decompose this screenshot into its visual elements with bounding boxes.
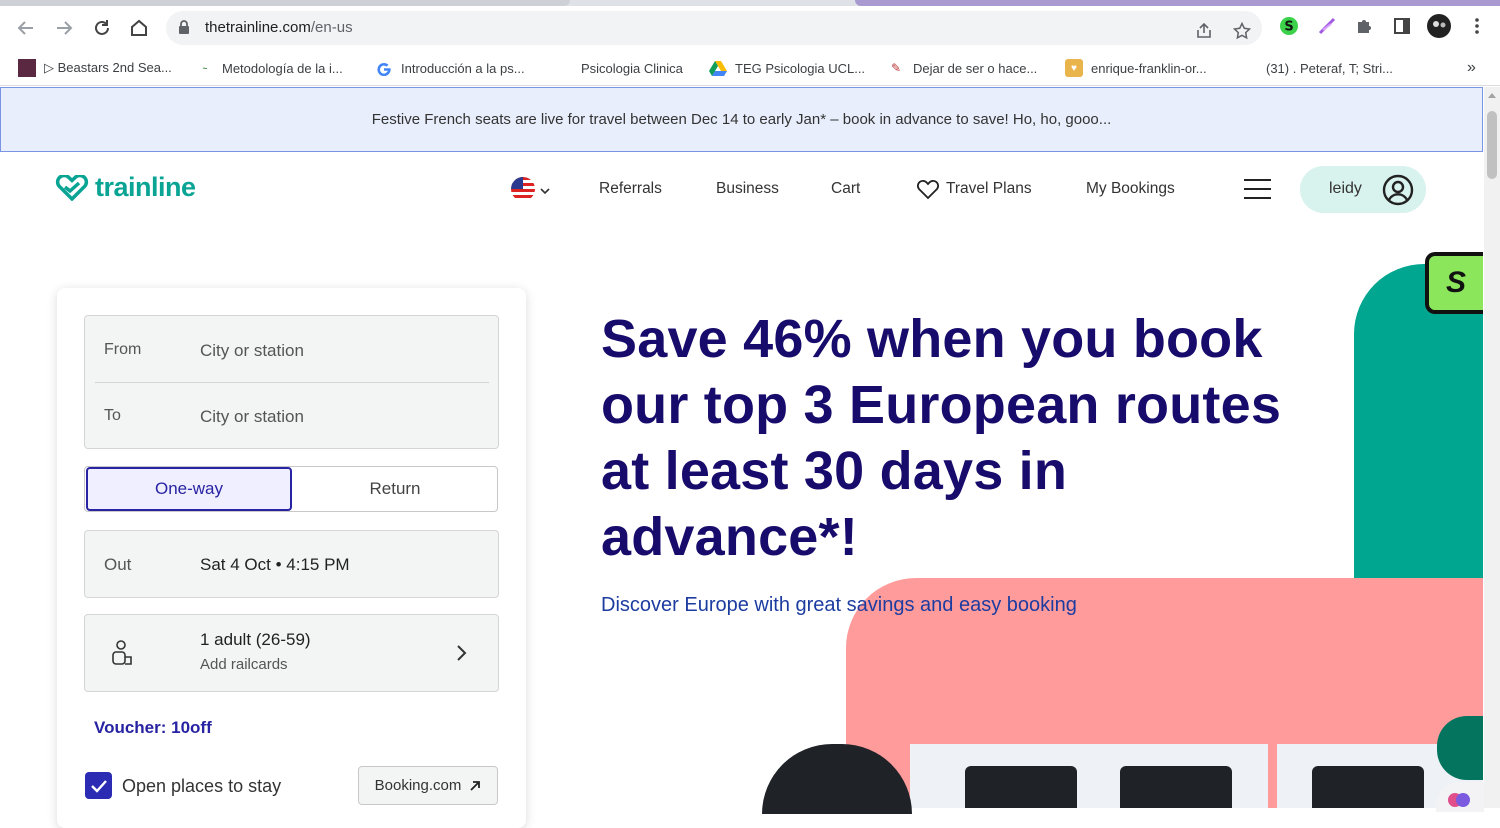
- forward-icon[interactable]: [50, 14, 78, 42]
- out-label: Out: [104, 555, 132, 574]
- trainline-logo[interactable]: trainline: [55, 172, 196, 203]
- chevron-down-icon[interactable]: [540, 182, 550, 200]
- bookmark-label: ▷ Beastars 2nd Sea...: [44, 60, 172, 75]
- nav-my-bookings[interactable]: My Bookings: [1086, 180, 1175, 198]
- scroll-up-icon[interactable]: [1488, 93, 1496, 98]
- from-to-fields: From City or station To City or station: [84, 315, 499, 449]
- bookmark-item[interactable]: TEG Psicologia UCL...: [709, 56, 865, 80]
- side-panel-icon[interactable]: [1390, 14, 1414, 38]
- bookmark-item[interactable]: Introducción a la ps...: [375, 56, 525, 80]
- promo-banner[interactable]: Festive French seats are live for travel…: [0, 87, 1483, 152]
- bookmark-label: Psicologia Clinica: [581, 60, 683, 76]
- voucher-code[interactable]: Voucher: 10off: [94, 718, 212, 738]
- nav-cart[interactable]: Cart: [831, 180, 860, 198]
- academia-icon: [1240, 59, 1258, 77]
- scrollbar-thumb[interactable]: [1487, 111, 1497, 179]
- chevron-right-icon: [455, 643, 467, 668]
- from-label: From: [104, 341, 142, 358]
- hero-art-seat: [1312, 766, 1424, 808]
- nav-business[interactable]: Business: [716, 180, 779, 198]
- bookmark-label: enrique-franklin-or...: [1091, 60, 1207, 76]
- passengers-value: 1 adult (26-59): [200, 630, 311, 649]
- bookmark-item[interactable]: ♥ enrique-franklin-or...: [1065, 56, 1207, 80]
- user-avatar-icon: [1382, 174, 1414, 211]
- heart-icon: [917, 180, 939, 200]
- page-scrollbar[interactable]: [1484, 87, 1500, 808]
- bookmarks-bar: ▷ Beastars 2nd Sea... ~ Metodología de l…: [0, 50, 1500, 86]
- dialnet-icon: [555, 59, 573, 77]
- profile-avatar[interactable]: [1427, 14, 1451, 38]
- outbound-date-field[interactable]: Out Sat 4 Oct • 4:15 PM: [84, 530, 499, 598]
- site-header: trainline Referrals Business Cart Travel…: [0, 152, 1483, 228]
- nav-referrals[interactable]: Referrals: [599, 180, 662, 198]
- google-icon: [375, 59, 393, 77]
- bookmark-label: (31) . Peteraf, T; Stri...: [1266, 60, 1393, 76]
- hero-art-seat: [965, 766, 1077, 808]
- bookmark-label: Introducción a la ps...: [401, 60, 525, 76]
- bookmarks-overflow-icon[interactable]: »: [1467, 56, 1476, 80]
- hero-subtitle[interactable]: Discover Europe with great savings and e…: [601, 594, 1077, 617]
- booking-com-label: Booking.com: [374, 777, 462, 794]
- journey-search-card: From City or station To City or station …: [57, 288, 526, 828]
- places-to-stay-label: Open places to stay: [122, 776, 282, 796]
- user-name: leidy: [1329, 180, 1362, 197]
- scribd-icon: ♥: [1065, 59, 1083, 77]
- return-option[interactable]: Return: [293, 467, 497, 511]
- logo-text: trainline: [95, 172, 196, 202]
- us-flag-icon[interactable]: [511, 177, 535, 201]
- beastars-icon: [18, 59, 36, 77]
- hamburger-menu-icon[interactable]: [1244, 179, 1271, 199]
- puzzle-icon[interactable]: [1352, 14, 1376, 38]
- google-drive-icon: [709, 59, 727, 77]
- places-to-stay-checkbox[interactable]: [85, 772, 112, 799]
- bookmark-item[interactable]: ✎ Dejar de ser o hace...: [887, 56, 1037, 80]
- nav-travel-plans-label: Travel Plans: [946, 180, 1032, 197]
- checkmark-icon: [90, 779, 107, 793]
- bookmark-label: Dejar de ser o hace...: [913, 60, 1038, 76]
- home-icon[interactable]: [125, 14, 153, 42]
- feather-extension-icon[interactable]: [1315, 14, 1339, 38]
- svg-text:S: S: [1284, 20, 1293, 35]
- passengers-icon: [110, 639, 134, 672]
- bookmark-label: Metodología de la i...: [222, 60, 343, 76]
- trip-type-toggle: One-way Return: [84, 466, 498, 512]
- bookmark-item[interactable]: (31) . Peteraf, T; Stri...: [1240, 56, 1393, 80]
- from-input[interactable]: City or station: [200, 341, 304, 361]
- extension-s-icon[interactable]: S: [1277, 14, 1301, 38]
- url-text: thetrainline.com/en-us: [205, 19, 353, 36]
- star-icon[interactable]: [1230, 19, 1254, 43]
- reload-icon[interactable]: [88, 14, 116, 42]
- passengers-field[interactable]: 1 adult (26-59) Add railcards: [84, 614, 499, 692]
- external-link-icon: [470, 780, 481, 791]
- out-value: Sat 4 Oct • 4:15 PM: [200, 555, 350, 574]
- pen-icon: ✎: [890, 61, 902, 75]
- share-icon[interactable]: [1192, 19, 1216, 43]
- bookmark-label: TEG Psicologia UCL...: [735, 60, 866, 76]
- bookmark-item[interactable]: Psicologia Clinica: [555, 56, 683, 80]
- hero-art-seat: [1120, 766, 1232, 808]
- booking-com-button[interactable]: Booking.com: [358, 766, 498, 805]
- bookmark-item[interactable]: ~ Metodología de la i...: [196, 56, 343, 80]
- user-account-button[interactable]: leidy: [1300, 166, 1426, 213]
- to-input[interactable]: City or station: [200, 407, 304, 427]
- nav-travel-plans[interactable]: Travel Plans: [916, 178, 1032, 200]
- one-way-option[interactable]: One-way: [86, 467, 292, 511]
- back-icon[interactable]: [12, 14, 40, 42]
- address-bar[interactable]: thetrainline.com/en-us: [166, 11, 1262, 45]
- promo-banner-text: Festive French seats are live for travel…: [371, 111, 1112, 128]
- add-railcards-link[interactable]: Add railcards: [200, 656, 288, 673]
- to-label: To: [104, 407, 121, 424]
- heart-logo-icon: [55, 174, 89, 201]
- field-divider: [95, 382, 489, 383]
- lock-icon[interactable]: [178, 20, 190, 40]
- browser-toolbar: thetrainline.com/en-us S: [0, 6, 1500, 50]
- scielo-icon: ~: [202, 63, 208, 73]
- bookmark-item[interactable]: ▷ Beastars 2nd Sea...: [18, 56, 172, 80]
- hero-art-s-badge: S: [1425, 252, 1483, 314]
- kebab-menu-icon[interactable]: [1465, 14, 1489, 38]
- hero-title: Save 46% when you book our top 3 Europea…: [601, 309, 1282, 567]
